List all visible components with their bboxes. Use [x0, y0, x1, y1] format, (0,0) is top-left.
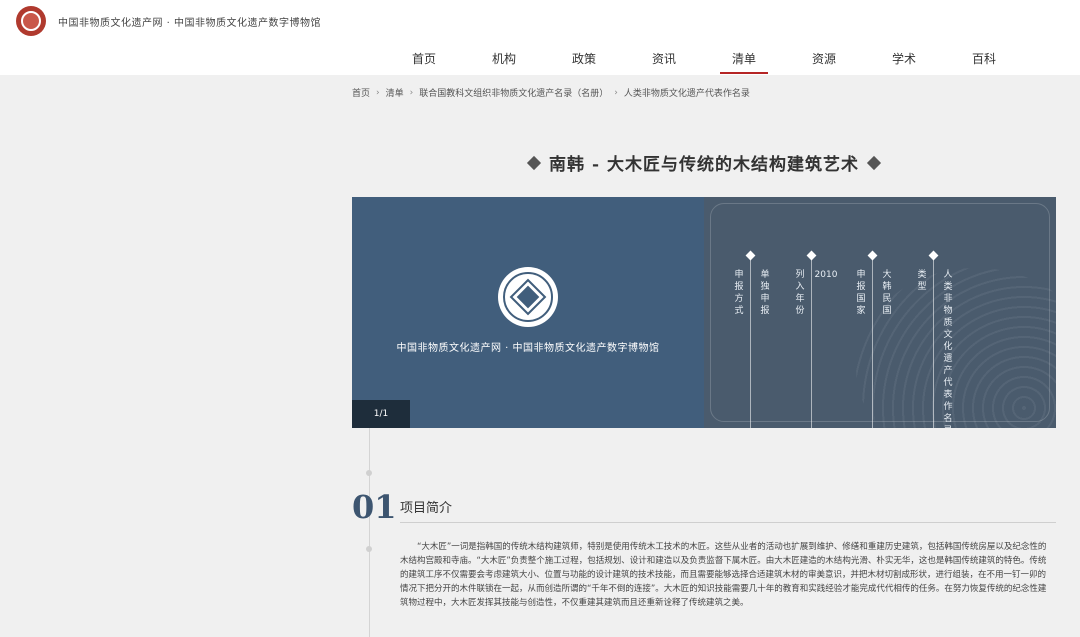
info-value-method: 单独申报	[760, 270, 770, 316]
breadcrumb-home[interactable]: 首页	[352, 86, 370, 99]
project-info-panel: 申报方式 单独申报 列入年份 2010 申报国家 大韩民国 类型 人类非物质文化…	[704, 197, 1056, 428]
breadcrumb-chevron-icon: ›	[376, 87, 380, 98]
project-banner: 中国非物质文化遗产网 · 中国非物质文化遗产数字博物馆 1/1 申报方式 单独申…	[352, 197, 1056, 428]
page-title: 南韩 - 大木匠与传统的木结构建筑艺术	[549, 155, 859, 175]
timeline-line	[369, 428, 370, 637]
nav-item-resources[interactable]: 资源	[784, 50, 864, 74]
nav-item-institutions[interactable]: 机构	[464, 50, 544, 74]
title-block: 南韩 - 大木匠与传统的木结构建筑艺术	[352, 150, 1056, 175]
breadcrumb-unesco-lists[interactable]: 联合国教科文组织非物质文化遗产名录（名册）	[419, 86, 608, 99]
nav-item-academic[interactable]: 学术	[864, 50, 944, 74]
nav-item-policy[interactable]: 政策	[544, 50, 624, 74]
site-logo[interactable]	[16, 6, 46, 36]
breadcrumb-chevron-icon: ›	[409, 87, 414, 98]
info-label-type: 类型	[917, 270, 927, 292]
info-label-country: 申报国家	[856, 270, 866, 316]
title-left-diamond-icon	[526, 155, 542, 170]
section-title: 项目简介	[400, 501, 453, 516]
info-label-method: 申报方式	[734, 270, 744, 316]
timeline-dot	[366, 546, 372, 552]
nav-item-encyclopedia[interactable]: 百科	[944, 50, 1024, 74]
section-number: 01	[352, 488, 397, 526]
breadcrumb: 首页 › 清单 › 联合国教科文组织非物质文化遗产名录（名册） › 人类非物质文…	[352, 86, 750, 100]
section-body-text: “大木匠”一词是指韩国的传统木结构建筑师，特别是使用传统木工技术的木匠。这些从业…	[400, 542, 1047, 608]
title-right-diamond-icon	[866, 155, 882, 170]
info-value-year: 2010	[814, 270, 838, 280]
banner-image-slide[interactable]: 中国非物质文化遗产网 · 中国非物质文化遗产数字博物馆 1/1	[352, 197, 704, 428]
site-header: 中国非物质文化遗产网 · 中国非物质文化遗产数字博物馆 首页 机构 政策 资讯 …	[0, 0, 1080, 75]
info-value-country: 大韩民国	[882, 270, 892, 316]
timeline-dot	[366, 470, 372, 476]
section-divider	[400, 522, 1056, 523]
logo-emblem-icon	[21, 11, 41, 31]
banner-caption: 中国非物质文化遗产网 · 中国非物质文化遗产数字博物馆	[396, 343, 660, 354]
breadcrumb-representative-list[interactable]: 人类非物质文化遗产代表作名录	[624, 86, 750, 99]
site-title[interactable]: 中国非物质文化遗产网 · 中国非物质文化遗产数字博物馆	[58, 14, 321, 29]
info-label-year: 列入年份	[795, 270, 805, 316]
museum-emblem-icon	[498, 267, 558, 327]
slide-pager[interactable]: 1/1	[352, 400, 410, 428]
nav-item-lists[interactable]: 清单	[704, 50, 784, 74]
breadcrumb-chevron-icon: ›	[614, 87, 618, 98]
nav-item-home[interactable]: 首页	[384, 50, 464, 74]
info-value-type: 人类非物质文化遗产代表作名录	[943, 270, 953, 428]
nav-item-news[interactable]: 资讯	[624, 50, 704, 74]
main-nav: 首页 机构 政策 资讯 清单 资源 学术 百科	[384, 50, 1024, 74]
breadcrumb-lists[interactable]: 清单	[386, 86, 404, 99]
